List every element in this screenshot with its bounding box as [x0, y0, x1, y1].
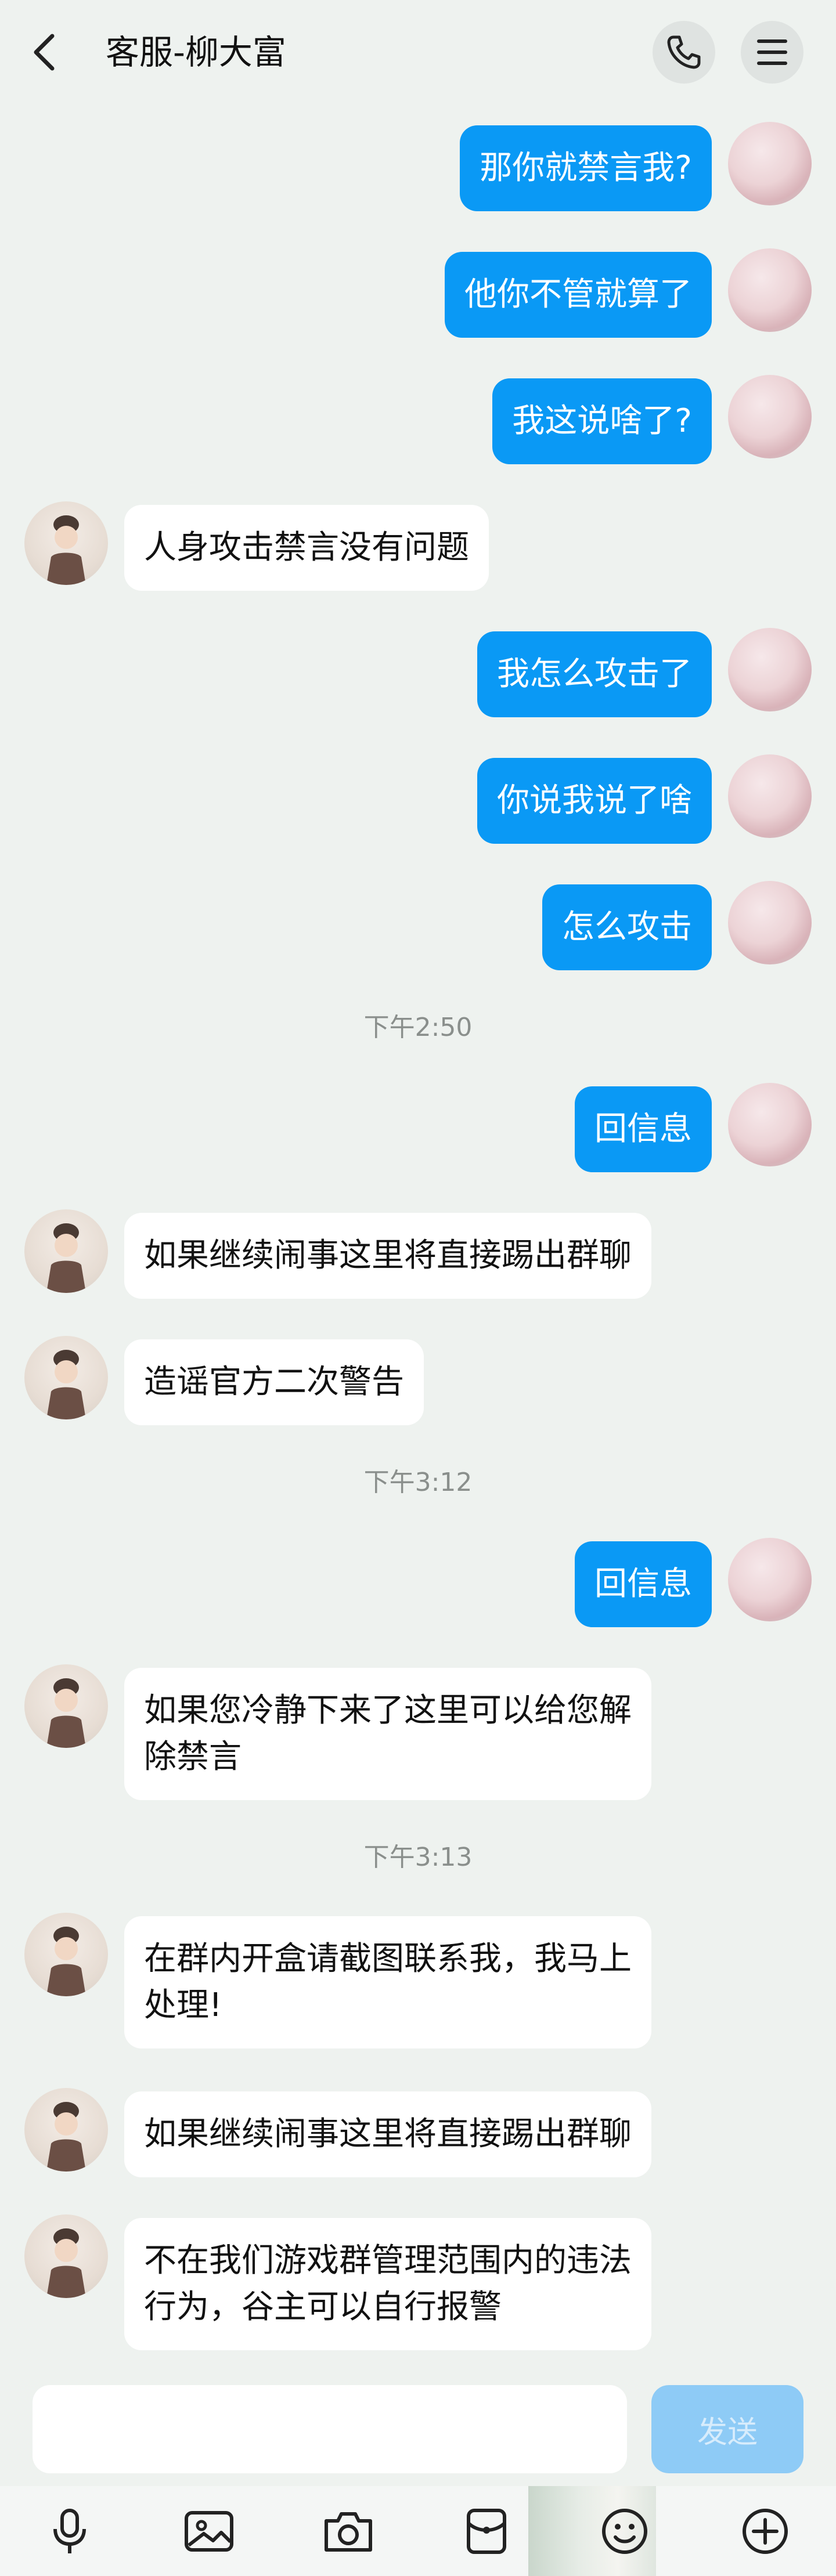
camera-icon[interactable]	[320, 2503, 376, 2559]
agent-avatar-figure	[46, 1350, 86, 1419]
chat-header: 客服-柳大富	[0, 0, 836, 104]
menu-button[interactable]	[741, 21, 803, 84]
my-avatar[interactable]	[728, 1538, 812, 1621]
my-message-bubble[interactable]: 回信息	[575, 1541, 712, 1627]
agent-avatar[interactable]	[24, 2088, 108, 2172]
message-input[interactable]	[33, 2385, 627, 2473]
my-avatar[interactable]	[728, 881, 812, 964]
my-message-bubble[interactable]: 我怎么攻击了	[477, 631, 712, 717]
agent-message-bubble[interactable]: 不在我们游戏群管理范围内的违法 行为，谷主可以自行报警	[124, 2218, 651, 2350]
agent-message-bubble[interactable]: 在群内开盒请截图联系我，我马上 处理!	[124, 1916, 651, 2048]
agent-avatar[interactable]	[24, 501, 108, 585]
agent-avatar[interactable]	[24, 1209, 108, 1293]
chat-title: 客服-柳大富	[106, 32, 286, 72]
agent-avatar[interactable]	[24, 1913, 108, 1996]
agent-message-bubble[interactable]: 人身攻击禁言没有问题	[124, 505, 489, 591]
my-avatar[interactable]	[728, 754, 812, 838]
timestamp: 下午3:12	[363, 1468, 473, 1497]
my-avatar[interactable]	[728, 628, 812, 711]
agent-avatar-figure	[46, 2102, 86, 2172]
my-message-bubble[interactable]: 那你就禁言我?	[460, 125, 712, 211]
agent-avatar-figure	[46, 1927, 86, 1996]
agent-avatar-figure	[46, 1678, 86, 1748]
my-message-bubble[interactable]: 我这说啥了?	[492, 378, 712, 464]
my-message-bubble[interactable]: 他你不管就算了	[445, 252, 712, 338]
red-packet-icon[interactable]	[459, 2503, 514, 2559]
call-button[interactable]	[653, 21, 715, 84]
image-icon[interactable]	[181, 2503, 237, 2559]
my-message-bubble[interactable]: 回信息	[575, 1086, 712, 1172]
my-avatar[interactable]	[728, 248, 812, 332]
agent-avatar[interactable]	[24, 1336, 108, 1419]
my-message-bubble[interactable]: 怎么攻击	[542, 884, 712, 970]
agent-message-bubble[interactable]: 如果您冷静下来了这里可以给您解 除禁言	[124, 1668, 651, 1800]
timestamp: 下午2:50	[363, 1013, 473, 1042]
emoji-icon[interactable]	[597, 2503, 653, 2559]
back-arrow-icon[interactable]	[29, 32, 62, 72]
menu-icon	[757, 39, 787, 65]
agent-avatar-figure	[46, 515, 86, 585]
bottom-toolbar	[0, 2486, 836, 2576]
agent-message-bubble[interactable]: 造谣官方二次警告	[124, 1339, 424, 1425]
my-avatar[interactable]	[728, 122, 812, 205]
plus-icon[interactable]	[737, 2503, 793, 2559]
my-avatar[interactable]	[728, 375, 812, 458]
my-avatar[interactable]	[728, 1083, 812, 1166]
input-bar: 发送	[0, 2370, 836, 2486]
send-button[interactable]: 发送	[651, 2385, 803, 2473]
agent-message-bubble[interactable]: 如果继续闹事这里将直接踢出群聊	[124, 2091, 651, 2177]
agent-message-bubble[interactable]: 如果继续闹事这里将直接踢出群聊	[124, 1213, 651, 1299]
agent-avatar[interactable]	[24, 1664, 108, 1748]
my-message-bubble[interactable]: 你说我说了啥	[477, 758, 712, 844]
phone-icon	[667, 35, 701, 69]
agent-avatar[interactable]	[24, 2214, 108, 2298]
agent-avatar-figure	[46, 1223, 86, 1293]
agent-avatar-figure	[46, 2228, 86, 2298]
timestamp: 下午3:13	[363, 1842, 473, 1872]
microphone-icon[interactable]	[42, 2503, 98, 2559]
